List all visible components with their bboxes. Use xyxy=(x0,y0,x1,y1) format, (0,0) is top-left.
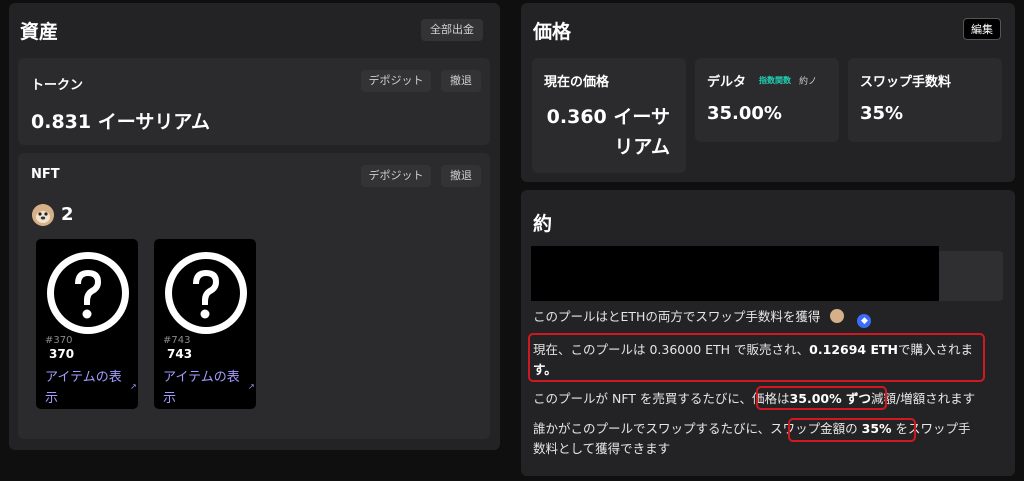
nft-collection-icon xyxy=(32,204,54,226)
nft-withdraw-button[interactable]: 撤退 xyxy=(441,165,481,187)
assets-title: 資産 xyxy=(20,21,59,43)
delta-card: デルタ 指数関数 約ノ 35.00% xyxy=(695,58,839,142)
nft-collection-icon xyxy=(830,309,845,323)
eth-icon: ◆ xyxy=(857,314,872,328)
nft-item-id: #743 xyxy=(163,335,191,346)
edit-button[interactable]: 編集 xyxy=(963,18,1001,40)
question-mark-icon xyxy=(165,252,247,334)
question-mark-icon xyxy=(47,252,129,334)
about-fee-amount-text: 誰かがこのプールでスワップするたびに、スワップ金額の 35% をスワップ手 数料… xyxy=(533,419,993,459)
highlight-box xyxy=(756,386,887,410)
highlight-box xyxy=(528,333,985,382)
highlight-box xyxy=(788,418,916,442)
nft-item-number: 370 xyxy=(49,347,75,361)
token-withdraw-button[interactable]: 撤退 xyxy=(441,70,481,92)
nft-item-number: 743 xyxy=(167,347,193,361)
withdraw-all-button[interactable]: 全部出金 xyxy=(421,19,483,41)
nft-label: NFT xyxy=(31,167,60,182)
about-delta-prefix: このプールが NFT を売買するたびに、 xyxy=(533,391,753,406)
token-label: トークン xyxy=(31,78,84,93)
token-deposit-button[interactable]: デポジット xyxy=(361,70,431,92)
about-panel: 約 このプールはとETHの両方でスワップ手数料を獲得 ◆ 現在、このプールは 0… xyxy=(521,190,1015,476)
nft-item-id: #370 xyxy=(45,335,73,346)
current-price-label: 現在の価格 xyxy=(544,75,610,90)
about-fee-text: このプールはとETHの両方でスワップ手数料を獲得 ◆ xyxy=(533,307,872,328)
external-link-icon: ↗ xyxy=(130,382,137,391)
delta-note: 約ノ xyxy=(799,77,818,87)
swap-fee-value: 35% xyxy=(860,103,904,124)
nft-deposit-button[interactable]: デポジット xyxy=(361,165,431,187)
external-link-icon: ↗ xyxy=(248,382,255,391)
view-item-link[interactable]: アイテムの表示 xyxy=(163,367,243,409)
about-fee-end: 数料として獲得できます xyxy=(533,441,671,456)
current-price-value: 0.360 イーサリアム xyxy=(546,106,670,158)
view-item-link[interactable]: アイテムの表示 xyxy=(45,367,125,409)
about-fee-label: このプールはとETHの両方でスワップ手数料を獲得 xyxy=(533,309,821,324)
about-fee-prefix: 誰かがこのプールでスワップするたびに、 xyxy=(533,421,771,436)
current-price-card: 現在の価格 0.360 イーサリアム xyxy=(532,58,686,173)
nft-item-card[interactable]: #370 370 アイテムの表示 ↗ xyxy=(35,238,139,410)
pool-graph-redacted xyxy=(531,246,939,301)
nft-item-card[interactable]: #743 743 アイテムの表示 ↗ xyxy=(153,238,257,410)
token-card: トークン デポジット 撤退 0.831 イーサリアム xyxy=(18,58,490,145)
about-title: 約 xyxy=(533,213,553,235)
delta-value: 35.00% xyxy=(707,103,782,124)
swap-fee-card: スワップ手数料 35% xyxy=(848,58,1002,142)
swap-fee-label: スワップ手数料 xyxy=(860,75,952,90)
price-panel: 価格 編集 現在の価格 0.360 イーサリアム デルタ 指数関数 約ノ 35.… xyxy=(521,3,1015,182)
price-title: 価格 xyxy=(533,21,572,43)
delta-label: デルタ xyxy=(707,75,747,90)
nft-card: NFT デポジット 撤退 2 #370 370 アイテムの表示 ↗ #743 7… xyxy=(18,153,490,439)
assets-panel: 資産 全部出金 トークン デポジット 撤退 0.831 イーサリアム NFT デ… xyxy=(9,3,500,450)
about-delta-text: このプールが NFT を売買するたびに、価格は35.00% ずつ減額/増額されま… xyxy=(533,389,975,409)
nft-count: 2 xyxy=(61,204,74,225)
delta-type-badge: 指数関数 xyxy=(759,76,791,85)
token-amount: 0.831 イーサリアム xyxy=(31,111,211,133)
